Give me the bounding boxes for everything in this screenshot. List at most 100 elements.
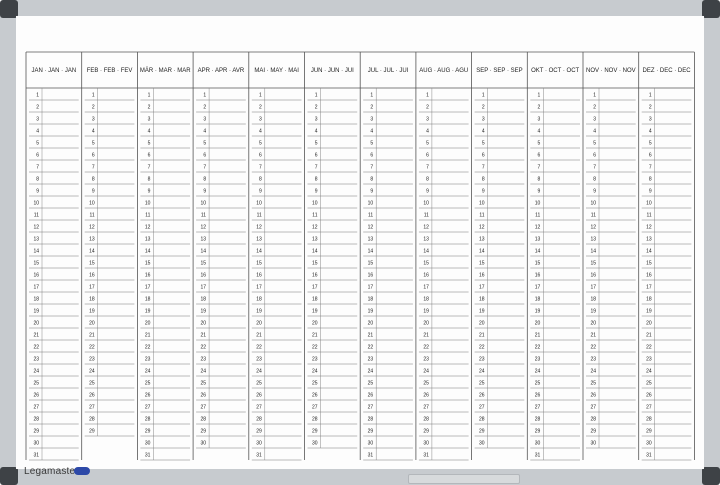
day-number: 20: [535, 321, 541, 327]
day-number: 25: [256, 381, 262, 387]
day-number: 31: [423, 453, 429, 459]
day-number: 11: [201, 213, 206, 219]
day-number: 4: [482, 129, 485, 135]
day-number: 18: [312, 297, 318, 303]
day-number: 30: [201, 441, 207, 447]
day-number: 14: [590, 249, 596, 255]
day-number: 8: [259, 177, 262, 183]
day-number: 10: [479, 201, 485, 207]
day-number: 21: [312, 333, 318, 339]
day-number: 26: [33, 393, 39, 399]
day-number: 5: [36, 141, 39, 147]
day-number: 4: [426, 129, 429, 135]
day-number: 6: [36, 153, 39, 159]
day-number: 20: [646, 321, 652, 327]
day-number: 21: [423, 333, 429, 339]
day-number: 1: [92, 93, 95, 99]
month-header: APR · APR · AVR: [198, 68, 245, 74]
day-number: 25: [89, 381, 95, 387]
day-number: 9: [538, 189, 541, 195]
day-number: 6: [370, 153, 373, 159]
day-number: 27: [368, 405, 374, 411]
day-number: 8: [538, 177, 541, 183]
day-number: 12: [535, 225, 541, 231]
day-number: 11: [89, 213, 94, 219]
day-number: 22: [535, 345, 541, 351]
day-number: 29: [89, 429, 95, 435]
day-number: 7: [259, 165, 262, 171]
day-number: 11: [257, 213, 262, 219]
day-number: 24: [89, 369, 95, 375]
day-number: 25: [535, 381, 541, 387]
day-number: 20: [479, 321, 485, 327]
day-number: 23: [312, 357, 318, 363]
day-number: 10: [368, 201, 374, 207]
day-number: 14: [33, 249, 39, 255]
day-number: 11: [479, 213, 484, 219]
day-number: 27: [646, 405, 652, 411]
day-number: 20: [201, 321, 207, 327]
day-number: 24: [535, 369, 541, 375]
day-number: 5: [259, 141, 262, 147]
day-number: 13: [423, 237, 429, 243]
day-number: 9: [203, 189, 206, 195]
day-number: 18: [479, 297, 485, 303]
day-number: 20: [423, 321, 429, 327]
day-number: 7: [482, 165, 485, 171]
day-number: 26: [256, 393, 262, 399]
day-number: 17: [33, 285, 39, 291]
day-number: 24: [256, 369, 262, 375]
day-number: 9: [92, 189, 95, 195]
day-number: 8: [482, 177, 485, 183]
day-number: 10: [646, 201, 652, 207]
day-number: 23: [646, 357, 652, 363]
day-number: 9: [148, 189, 151, 195]
day-number: 17: [201, 285, 207, 291]
day-number: 28: [201, 417, 207, 423]
day-number: 27: [590, 405, 596, 411]
day-number: 19: [312, 309, 318, 315]
day-number: 26: [423, 393, 429, 399]
day-number: 3: [649, 117, 652, 123]
day-number: 30: [590, 441, 596, 447]
day-number: 15: [145, 261, 151, 267]
day-number: 9: [593, 189, 596, 195]
day-number: 19: [368, 309, 374, 315]
day-number: 17: [646, 285, 652, 291]
day-number: 30: [535, 441, 541, 447]
day-number: 9: [649, 189, 652, 195]
day-number: 14: [312, 249, 318, 255]
day-number: 21: [256, 333, 262, 339]
month-header: NOV · NOV · NOV: [586, 68, 636, 74]
day-number: 13: [535, 237, 541, 243]
day-number: 7: [593, 165, 596, 171]
day-number: 21: [368, 333, 374, 339]
day-number: 7: [315, 165, 318, 171]
day-number: 27: [312, 405, 318, 411]
day-number: 28: [312, 417, 318, 423]
day-number: 12: [646, 225, 652, 231]
day-number: 2: [203, 105, 206, 111]
day-number: 25: [201, 381, 207, 387]
day-number: 24: [201, 369, 207, 375]
day-number: 18: [89, 297, 95, 303]
day-number: 2: [593, 105, 596, 111]
day-number: 9: [315, 189, 318, 195]
day-number: 16: [535, 273, 541, 279]
day-number: 18: [535, 297, 541, 303]
day-number: 12: [590, 225, 596, 231]
day-number: 6: [315, 153, 318, 159]
day-number: 12: [89, 225, 95, 231]
day-number: 28: [646, 417, 652, 423]
day-number: 4: [593, 129, 596, 135]
day-number: 29: [590, 429, 596, 435]
day-number: 1: [538, 93, 541, 99]
day-number: 11: [535, 213, 540, 219]
day-number: 27: [535, 405, 541, 411]
day-number: 29: [368, 429, 374, 435]
day-number: 3: [203, 117, 206, 123]
day-number: 8: [426, 177, 429, 183]
month-header: JAN · JAN · JAN: [32, 68, 77, 74]
day-number: 21: [201, 333, 207, 339]
day-number: 4: [370, 129, 373, 135]
